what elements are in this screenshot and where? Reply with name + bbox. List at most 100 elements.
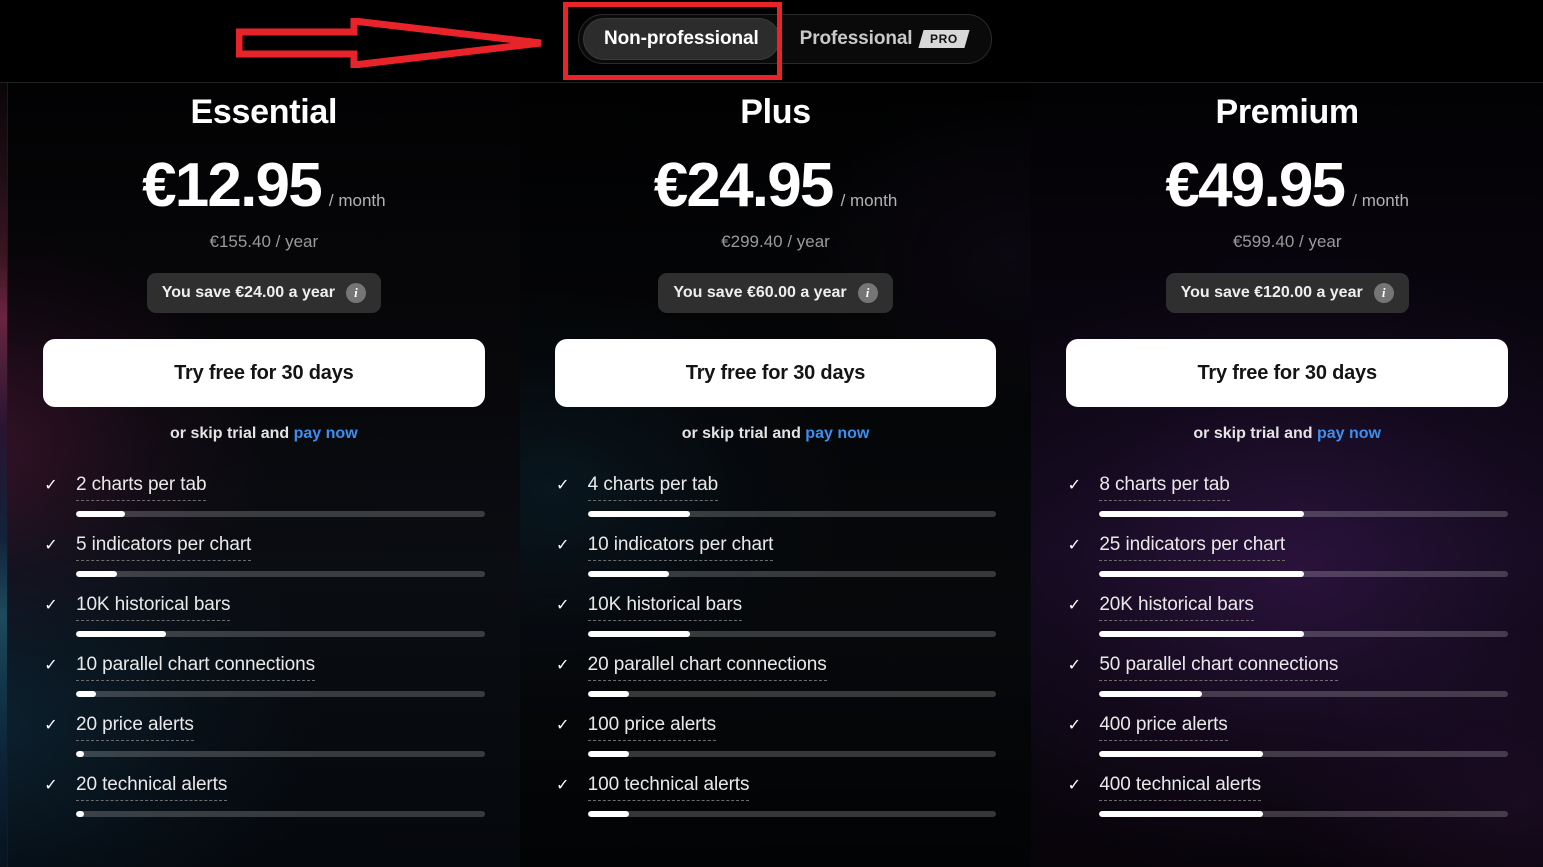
check-icon: ✓ [555, 657, 570, 674]
feature-progress-fill [76, 811, 85, 817]
feature-list: ✓ 8 charts per tab ✓ 25 indicators per char… [1066, 474, 1509, 817]
info-icon[interactable]: i [1373, 283, 1394, 303]
feature-row: ✓ 10K historical bars [555, 594, 997, 637]
feature-label[interactable]: 10K historical bars [587, 594, 742, 621]
check-icon: ✓ [555, 777, 570, 794]
feature-progress-fill [76, 631, 166, 637]
skip-trial-line: or skip trial and pay now [43, 425, 485, 443]
feature-row: ✓ 50 parallel chart connections [1066, 654, 1509, 697]
plan-price: €49.95 [1165, 151, 1346, 220]
pricing-card-plus: Plus €24.95 / month €299.40 / year You s… [519, 83, 1032, 867]
feature-progress-track [76, 571, 485, 577]
plan-price-row: €49.95 / month [1066, 155, 1508, 217]
feature-progress-fill [1099, 751, 1263, 757]
pricing-card-essential: Essential €12.95 / month €155.40 / year … [8, 83, 520, 867]
feature-label[interactable]: 400 technical alerts [1099, 774, 1261, 801]
feature-progress-fill [76, 571, 117, 577]
toggle-option-professional[interactable]: Professional PRO [780, 18, 988, 60]
feature-label[interactable]: 10 parallel chart connections [76, 654, 315, 681]
feature-progress-fill [587, 691, 629, 697]
plan-price-period: / month [840, 191, 898, 210]
toggle-option-non-professional-label: Non-professional [604, 28, 759, 49]
plan-title: Plus [740, 93, 811, 131]
feature-label[interactable]: 400 price alerts [1099, 714, 1228, 741]
pay-now-link[interactable]: pay now [294, 425, 358, 442]
feature-label[interactable]: 8 charts per tab [1099, 474, 1230, 501]
feature-row: ✓ 2 charts per tab [43, 474, 485, 517]
skip-trial-prefix: or skip trial and [681, 425, 806, 442]
toolbar-divider [0, 82, 1543, 83]
feature-label[interactable]: 20 parallel chart connections [587, 654, 827, 681]
pricing-card-premium: Premium €49.95 / month €599.40 / year Yo… [1031, 83, 1543, 867]
feature-label[interactable]: 2 charts per tab [76, 474, 207, 501]
plan-savings-row: You save €24.00 a year i [43, 273, 485, 313]
info-icon[interactable]: i [857, 283, 878, 303]
feature-label[interactable]: 100 price alerts [587, 714, 716, 741]
account-type-toggle[interactable]: Non-professional Professional PRO [578, 14, 993, 64]
feature-label[interactable]: 5 indicators per chart [76, 534, 251, 561]
pricing-page: Non-professional Professional PRO Essent… [0, 0, 1543, 867]
feature-row-header: ✓ 10 parallel chart connections [43, 654, 485, 681]
plan-price: €12.95 [142, 151, 323, 220]
feature-progress-fill [1099, 571, 1304, 577]
feature-progress-fill [587, 511, 690, 517]
plan-title: Premium [1215, 93, 1359, 131]
check-icon: ✓ [1067, 777, 1082, 794]
info-icon[interactable]: i [345, 283, 366, 303]
feature-progress-track [1099, 811, 1509, 817]
feature-label[interactable]: 25 indicators per chart [1099, 534, 1285, 561]
feature-row: ✓ 400 technical alerts [1066, 774, 1509, 817]
feature-row-header: ✓ 25 indicators per chart [1066, 534, 1508, 561]
page-edge-divider [7, 82, 8, 867]
feature-row-header: ✓ 10K historical bars [43, 594, 485, 621]
feature-label[interactable]: 20 technical alerts [76, 774, 227, 801]
try-free-button[interactable]: Try free for 30 days [1066, 339, 1509, 407]
feature-progress-fill [587, 811, 629, 817]
feature-label[interactable]: 20 price alerts [76, 714, 194, 741]
check-icon: ✓ [44, 597, 58, 614]
feature-progress-fill [1099, 691, 1202, 697]
feature-row: ✓ 20 parallel chart connections [555, 654, 997, 697]
account-type-toolbar: Non-professional Professional PRO [0, 0, 1543, 82]
feature-list: ✓ 4 charts per tab ✓ 10 indicators per char… [555, 474, 997, 817]
feature-progress-track [76, 811, 485, 817]
feature-progress-fill [1099, 811, 1263, 817]
feature-label[interactable]: 4 charts per tab [587, 474, 718, 501]
feature-label[interactable]: 50 parallel chart connections [1099, 654, 1338, 681]
toggle-option-professional-label: Professional [799, 28, 913, 49]
feature-progress-track [76, 751, 485, 757]
plan-savings-row: You save €120.00 a year i [1066, 273, 1508, 313]
feature-label[interactable]: 10 indicators per chart [587, 534, 773, 561]
page-edge-gradient-strip [0, 82, 7, 867]
feature-label[interactable]: 20K historical bars [1099, 594, 1254, 621]
feature-row: ✓ 10 parallel chart connections [43, 654, 485, 697]
feature-progress-track [1099, 751, 1509, 757]
feature-row-header: ✓ 100 price alerts [555, 714, 997, 741]
feature-progress-track [587, 691, 997, 697]
pay-now-link[interactable]: pay now [805, 425, 869, 442]
feature-row-header: ✓ 20 technical alerts [43, 774, 485, 801]
feature-label[interactable]: 100 technical alerts [587, 774, 749, 801]
feature-row-header: ✓ 8 charts per tab [1066, 474, 1508, 501]
check-icon: ✓ [44, 717, 58, 734]
feature-row-header: ✓ 10 indicators per chart [555, 534, 997, 561]
plan-price-period: / month [1352, 191, 1409, 210]
feature-progress-track [76, 691, 485, 697]
skip-trial-prefix: or skip trial and [1193, 425, 1317, 442]
plan-price: €24.95 [653, 151, 835, 220]
toggle-option-non-professional[interactable]: Non-professional [583, 18, 780, 60]
feature-progress-track [76, 511, 485, 517]
feature-progress-track [76, 631, 485, 637]
try-free-button[interactable]: Try free for 30 days [43, 339, 485, 407]
feature-row-header: ✓ 20 price alerts [43, 714, 485, 741]
feature-progress-track [587, 751, 997, 757]
feature-progress-track [1099, 631, 1509, 637]
try-free-button[interactable]: Try free for 30 days [554, 339, 997, 407]
feature-row-header: ✓ 4 charts per tab [555, 474, 997, 501]
plan-savings-label: You save €24.00 a year [161, 284, 335, 301]
feature-row: ✓ 8 charts per tab [1066, 474, 1509, 517]
pay-now-link[interactable]: pay now [1317, 425, 1381, 442]
feature-label[interactable]: 10K historical bars [76, 594, 231, 621]
feature-progress-track [587, 571, 997, 577]
plan-savings-label: You save €60.00 a year [673, 284, 847, 301]
